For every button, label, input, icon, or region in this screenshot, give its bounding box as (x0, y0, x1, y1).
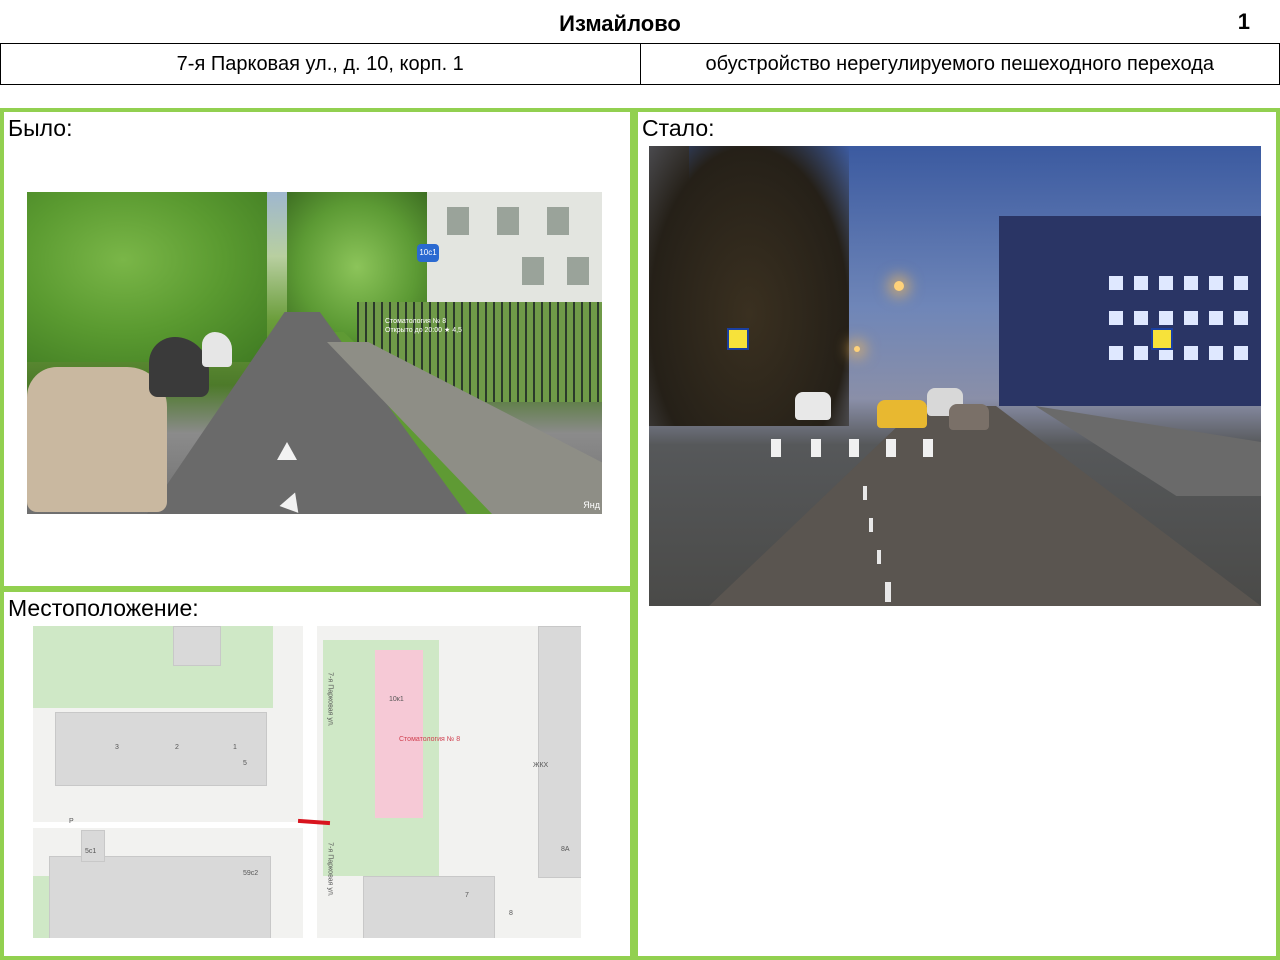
car-beige (27, 367, 167, 512)
trees-left (649, 146, 849, 426)
before-label: Было: (8, 115, 73, 141)
center-line (863, 486, 867, 500)
car-taxi (877, 400, 927, 428)
pedestrian-crossing-sign-icon (1151, 328, 1173, 350)
zebra-stripe (886, 439, 896, 457)
address-cell: 7-я Парковая ул., д. 10, корп. 1 (176, 52, 464, 75)
location-label: Местоположение: (8, 595, 199, 621)
after-photo (649, 146, 1261, 606)
car-white (795, 392, 831, 420)
street-lamp (894, 281, 904, 291)
location-panel: Местоположение: 7-я Парковая ул. 7-я Пар… (0, 588, 634, 960)
car-rear (949, 404, 989, 430)
watermark: Янд (583, 500, 600, 510)
center-line (869, 518, 873, 532)
pano-arrow-icon (277, 442, 297, 460)
center-line (885, 582, 891, 602)
school-building-lit (999, 216, 1261, 406)
street-lamp (854, 346, 860, 352)
before-panel: Было: 10с1 Стоматология № 8 Открыто до 2… (0, 108, 634, 590)
zebra-stripe (811, 439, 821, 457)
center-line (877, 550, 881, 564)
location-map: 7-я Парковая ул. 7-я Парковая ул. 10к1 С… (33, 626, 581, 938)
page-number: 1 (1237, 9, 1250, 34)
page-title: Измайлово (559, 11, 681, 36)
zebra-stripe (771, 439, 781, 457)
zebra-stripe (849, 439, 859, 457)
zebra-stripe (923, 439, 933, 457)
pedestrian-crossing-sign-icon (727, 328, 749, 350)
before-photo: 10с1 Стоматология № 8 Открыто до 20:00 ★… (27, 192, 602, 514)
dentistry-building (375, 650, 423, 818)
info-table: 7-я Парковая ул., д. 10, корп. 1 обустро… (0, 43, 1280, 85)
poi-overlay: Стоматология № 8 Открыто до 20:00 ★ 4,5 (385, 318, 462, 334)
description-cell: обустройство нерегулируемого пешеходного… (639, 44, 1280, 84)
building-sign: 10с1 (417, 244, 439, 262)
trees-left (27, 192, 267, 362)
car-white (202, 332, 232, 367)
after-label: Стало: (642, 115, 715, 141)
after-panel: Стало: (634, 108, 1280, 960)
